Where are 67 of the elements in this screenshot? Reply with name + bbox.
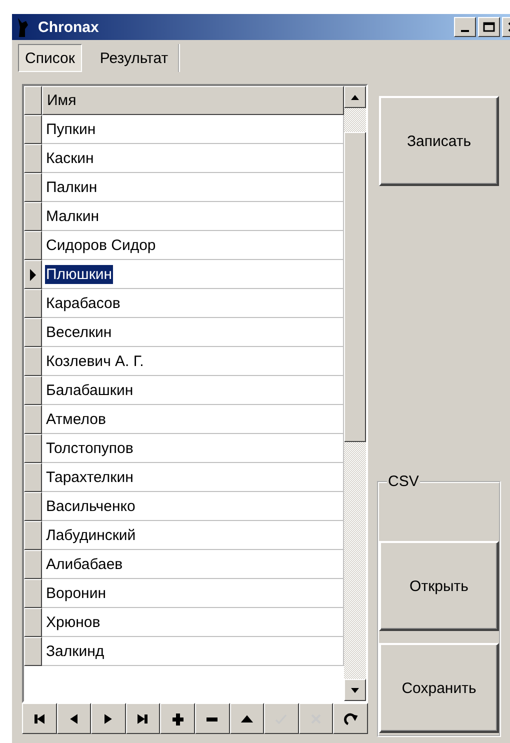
table-cell[interactable]: Алибабаев: [45, 554, 124, 574]
scroll-thumb[interactable]: [344, 132, 366, 442]
row-indicator[interactable]: [24, 608, 42, 637]
table-cell[interactable]: Балабашкин: [45, 380, 134, 400]
maximize-icon: [483, 22, 495, 32]
maximize-button[interactable]: [478, 17, 500, 37]
table-cell[interactable]: Плюшкин: [45, 264, 114, 284]
row-indicator[interactable]: [24, 637, 42, 666]
row-indicator[interactable]: [24, 144, 42, 173]
row-indicator[interactable]: [24, 434, 42, 463]
table-cell[interactable]: Васильченко: [45, 496, 136, 516]
down-arrow-icon: [351, 688, 359, 692]
navigator-button[interactable]: [126, 703, 160, 734]
row-indicator[interactable]: [24, 202, 42, 231]
table-cell[interactable]: Сидоров Сидор: [45, 236, 157, 254]
column-header[interactable]: Имя: [42, 86, 344, 115]
table-cell[interactable]: Тарахтелкин: [45, 468, 134, 486]
row-indicator[interactable]: [24, 492, 42, 521]
tab[interactable]: Список: [18, 44, 82, 72]
table-cell[interactable]: Козлевич А. Г.: [45, 352, 145, 370]
table-cell[interactable]: Хрюнов: [45, 612, 102, 632]
first-icon: [32, 712, 46, 726]
table-cell[interactable]: Малкин: [45, 206, 100, 226]
row-indicator[interactable]: [24, 347, 42, 376]
window-title: Chronax: [38, 18, 100, 36]
row-indicator[interactable]: [24, 463, 42, 492]
row-indicator[interactable]: [24, 289, 42, 318]
minimize-button[interactable]: [454, 17, 476, 37]
row-indicator[interactable]: [24, 579, 42, 608]
navigator-button[interactable]: [230, 703, 264, 734]
table-cell[interactable]: Толстопупов: [45, 438, 134, 458]
insert-icon: [170, 712, 185, 726]
up-arrow-icon: [351, 94, 359, 100]
refresh-icon: [344, 712, 358, 726]
row-indicator[interactable]: [24, 115, 42, 144]
scroll-down-button[interactable]: [344, 679, 366, 701]
row-indicator[interactable]: [24, 521, 42, 550]
row-indicator[interactable]: [24, 550, 42, 579]
csv-button[interactable]: Открыть: [379, 541, 499, 631]
table-cell[interactable]: Воронин: [45, 584, 107, 602]
table-cell[interactable]: Веселкин: [45, 322, 113, 342]
scrollbar[interactable]: [344, 86, 366, 701]
scroll-up-button[interactable]: [344, 86, 366, 108]
navigator-button[interactable]: [56, 703, 92, 734]
minimize-icon: [461, 30, 469, 32]
current-row-icon: [29, 268, 37, 282]
navigator-button[interactable]: [160, 703, 195, 734]
table-cell[interactable]: Каскин: [45, 148, 95, 168]
csv-button[interactable]: Сохранить: [379, 643, 499, 733]
table-cell[interactable]: Атмелов: [45, 410, 107, 428]
table-cell[interactable]: Карабасов: [45, 294, 122, 312]
navigator-button[interactable]: [333, 703, 368, 734]
row-indicator[interactable]: [24, 318, 42, 347]
write-button[interactable]: Записать: [379, 96, 499, 186]
row-indicator[interactable]: [24, 231, 42, 260]
navigator-button[interactable]: [22, 703, 57, 734]
table-cell[interactable]: Залкинд: [45, 642, 106, 660]
row-indicator[interactable]: [24, 260, 42, 289]
table-cell[interactable]: Палкин: [45, 178, 98, 196]
row-indicator[interactable]: [24, 405, 42, 434]
navigator-button[interactable]: [91, 703, 126, 734]
row-indicator[interactable]: [24, 173, 42, 202]
table-cell[interactable]: Пупкин: [45, 120, 97, 138]
row-indicator[interactable]: [24, 376, 42, 405]
navigator-button[interactable]: [194, 703, 230, 734]
table-cell[interactable]: Лабудинский: [45, 526, 137, 544]
last-icon: [136, 712, 150, 726]
